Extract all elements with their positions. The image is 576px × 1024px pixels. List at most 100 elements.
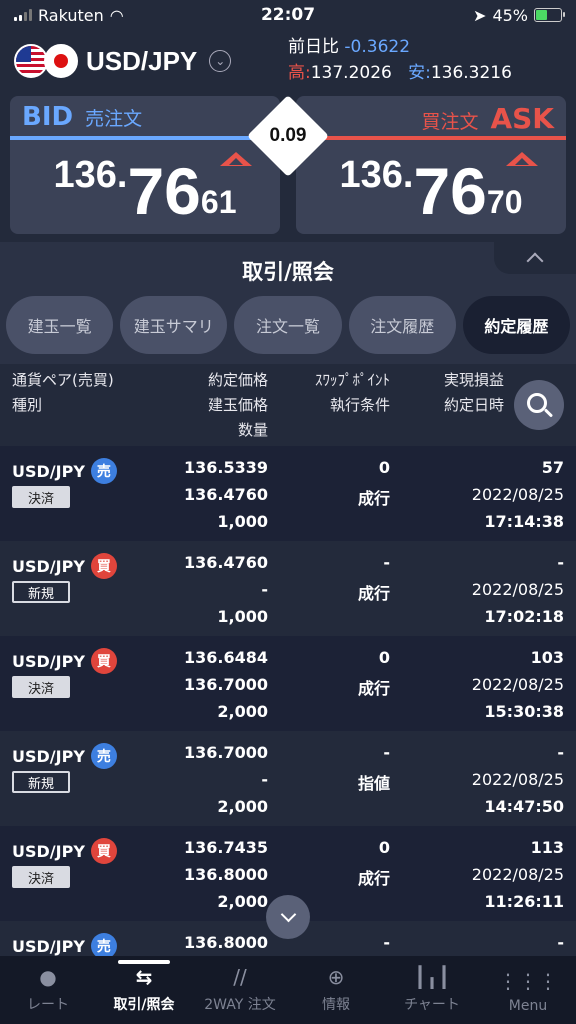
bid-price: 136. 76 61 — [10, 156, 280, 224]
col-pair: 通貨ペア(売買) — [12, 371, 114, 389]
bid-price-prefix: 136. — [53, 154, 128, 196]
tab-positions[interactable]: 建玉一覧 — [6, 296, 114, 354]
clock: 22:07 — [260, 5, 316, 25]
ask-bar — [296, 136, 566, 140]
position-price: 136.7000 — [183, 675, 268, 694]
change-value: -0.3622 — [344, 37, 411, 57]
col-datetime: 約定日時 — [444, 396, 505, 414]
buy-badge: 買 — [90, 553, 117, 579]
row-pair: USD/JPY — [12, 841, 85, 861]
exec-price: 136.6484 — [183, 648, 268, 667]
col-pnl: 実現損益 — [444, 371, 505, 389]
menu-grid-icon: ⋮⋮⋮ — [498, 969, 558, 993]
bid-bar — [10, 136, 280, 140]
ask-card[interactable]: 買注文 ASK 136. 76 70 — [296, 96, 566, 234]
bid-card[interactable]: BID 売注文 136. 76 61 — [10, 96, 280, 234]
quantity: 2,000 — [217, 702, 268, 721]
table-row[interactable]: USD/JPY 売 決済 136.5339 136.4760 1,000 0 成行… — [0, 446, 576, 541]
ask-price-prefix: 136. — [339, 154, 414, 196]
swap-point: 0 — [378, 838, 390, 857]
tab-rate[interactable]: ● レート — [0, 956, 96, 1024]
tab-execution-history[interactable]: 約定履歴 — [462, 296, 571, 354]
exec-price: 136.8000 — [183, 933, 268, 952]
exec-time: 17:02:18 — [484, 607, 564, 626]
tab-order-history[interactable]: 注文履歴 — [348, 296, 456, 354]
tab-position-summary[interactable]: 建玉サマリ — [120, 296, 228, 354]
position-price: 136.4760 — [183, 485, 268, 504]
pair-title[interactable]: USD/JPY — [86, 46, 197, 77]
bottom-tab-bar: ● レート ⇆ 取引/照会 // 2WAY 注文 ⊕ 情報 ┃╻┃ チャート ⋮⋮⋮ Men… — [0, 956, 576, 1024]
type-badge: 決済 — [12, 676, 70, 698]
currency-flags[interactable] — [14, 44, 78, 78]
exec-time: 11:26:11 — [484, 892, 564, 911]
quote-info: 前日比 -0.3622 高:137.2026 安:136.3216 — [288, 34, 512, 86]
pair-header: USD/JPY ⌄ 前日比 -0.3622 高:137.2026 安:136.3… — [0, 30, 576, 92]
battery-percent: 45% — [492, 5, 528, 25]
position-price: 136.8000 — [183, 865, 268, 884]
2way-icon: // — [233, 965, 247, 989]
row-pair: USD/JPY — [12, 746, 85, 766]
bid-price-main: 76 — [127, 154, 201, 228]
low-value: 136.3216 — [430, 63, 512, 83]
table-row[interactable]: USD/JPY 買 新規 136.4760 - 1,000 - 成行 - 2022… — [0, 541, 576, 636]
realized-pnl: 57 — [541, 458, 564, 477]
ask-price-suffix: 70 — [486, 184, 523, 220]
exec-condition: 指値 — [357, 774, 390, 793]
col-swap: ｽﾜｯﾌﾟﾎﾟｲﾝﾄ — [314, 371, 390, 389]
realized-pnl: - — [557, 933, 564, 952]
section-title: 取引/照会 — [242, 260, 334, 284]
tab-label: 2WAY 注文 — [204, 997, 276, 1013]
table-row[interactable]: USD/JPY 買 決済 136.6484 136.7000 2,000 0 成行… — [0, 636, 576, 731]
sell-badge: 売 — [90, 743, 117, 769]
exec-time: 14:47:50 — [484, 797, 564, 816]
location-icon: ➤ — [473, 5, 487, 25]
signal-icon — [14, 9, 32, 21]
candlestick-chart-icon: ┃╻┃ — [413, 965, 451, 989]
jp-flag-icon — [44, 44, 78, 78]
exec-date: 2022/08/25 — [471, 770, 564, 789]
realized-pnl: 113 — [530, 838, 564, 857]
tab-trade[interactable]: ⇆ 取引/照会 — [96, 956, 192, 1024]
tab-2way-order[interactable]: // 2WAY 注文 — [192, 956, 288, 1024]
search-button[interactable] — [514, 380, 564, 430]
col-exec-price: 約定価格 — [207, 371, 268, 389]
exec-date: 2022/08/25 — [471, 675, 564, 694]
high-value: 137.2026 — [310, 63, 392, 83]
tab-label: 取引/照会 — [113, 997, 175, 1013]
row-pair: USD/JPY — [12, 556, 85, 576]
buy-badge: 買 — [90, 648, 117, 674]
column-headers: 通貨ペア(売買) 種別 約定価格 建玉価格 数量 ｽﾜｯﾌﾟﾎﾟｲﾝﾄ 執行条件… — [0, 364, 576, 446]
tab-orders[interactable]: 注文一覧 — [234, 296, 342, 354]
status-bar: Rakuten ◠ 22:07 ➤ 45% — [0, 0, 576, 30]
exec-date: 2022/08/25 — [471, 580, 564, 599]
tab-label: チャート — [404, 997, 460, 1013]
tab-info[interactable]: ⊕ 情報 — [288, 956, 384, 1024]
quantity: 1,000 — [217, 512, 268, 531]
swap-point: - — [383, 553, 390, 572]
change-label: 前日比 — [288, 37, 339, 57]
swap-point: 0 — [378, 458, 390, 477]
scroll-down-button[interactable] — [266, 895, 310, 939]
position-price: - — [261, 580, 268, 599]
chevron-down-icon — [280, 906, 296, 922]
ask-label: ASK — [490, 102, 554, 135]
exec-price: 136.4760 — [183, 553, 268, 572]
pair-select-chevron-icon[interactable]: ⌄ — [209, 50, 232, 72]
tab-label: Menu — [508, 998, 548, 1014]
exec-condition: 成行 — [357, 489, 390, 508]
spread-badge: 0.09 — [246, 94, 330, 178]
type-badge: 新規 — [12, 581, 70, 603]
tab-menu[interactable]: ⋮⋮⋮ Menu — [480, 956, 576, 1024]
sell-badge: 売 — [90, 458, 117, 484]
ask-price: 136. 76 70 — [296, 156, 566, 224]
col-type: 種別 — [12, 396, 43, 414]
tab-chart[interactable]: ┃╻┃ チャート — [384, 956, 480, 1024]
exec-price: 136.5339 — [183, 458, 268, 477]
history-tabs: 建玉一覧 建玉サマリ 注文一覧 注文履歴 約定履歴 — [6, 296, 571, 354]
swap-point: - — [383, 743, 390, 762]
exec-price: 136.7000 — [183, 743, 268, 762]
table-row[interactable]: USD/JPY 売 新規 136.7000 - 2,000 - 指値 - 2022… — [0, 731, 576, 826]
us-flag-icon — [14, 44, 48, 78]
rate-icon: ● — [39, 965, 57, 989]
tab-label: 情報 — [322, 997, 350, 1013]
